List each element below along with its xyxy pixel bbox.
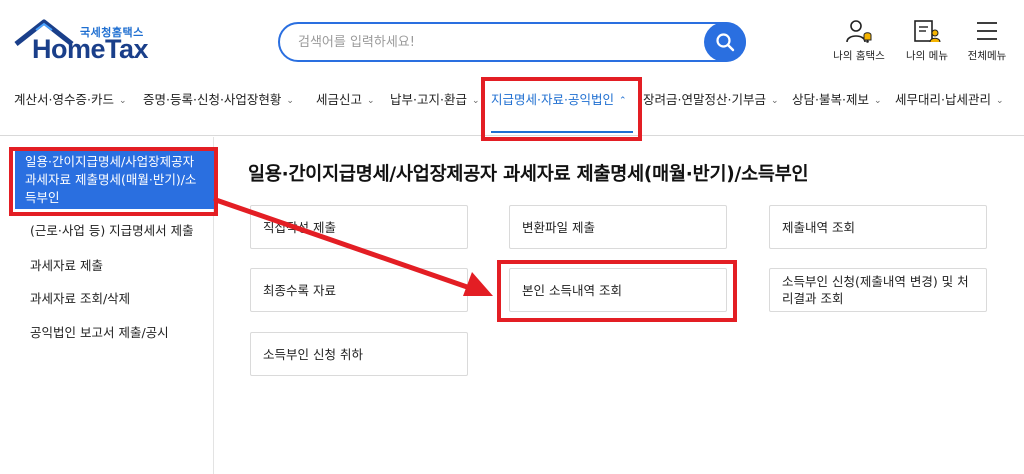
nav-item-label: 납부·고지·환급 [390, 92, 467, 107]
user-bell-icon [846, 20, 872, 43]
search-bar [278, 22, 746, 62]
my-menu-button[interactable]: 나의 메뉴 [894, 18, 960, 68]
highlight-box-card [497, 260, 737, 322]
nav-item-label: 상담·불복·제보 [792, 92, 869, 107]
search-input[interactable] [298, 32, 698, 52]
card-final-record[interactable]: 최종수록 자료 [250, 268, 468, 312]
all-menu-label: 전체메뉴 [967, 50, 1007, 62]
highlight-box-nav [481, 77, 642, 141]
nav-item-label: 세무대리·납세관리 [895, 92, 991, 107]
chevron-down-icon: ⌄ [873, 96, 882, 106]
nav-item-consult[interactable]: 상담·불복·제보 ⌄ [792, 80, 882, 120]
nav-item-invoice[interactable]: 계산서·영수증·카드 ⌄ [14, 80, 127, 120]
card-income-denial-request[interactable]: 소득부인 신청(제출내역 변경) 및 처리결과 조회 [769, 268, 987, 312]
chevron-down-icon: ⌄ [770, 96, 779, 106]
nav-item-tax-filing[interactable]: 세금신고 ⌄ [316, 80, 375, 120]
my-menu-label: 나의 메뉴 [906, 50, 948, 62]
chevron-down-icon: ⌄ [471, 96, 480, 106]
nav-item-certificate[interactable]: 증명·등록·신청·사업장현황 ⌄ [143, 80, 294, 120]
search-button[interactable] [704, 22, 746, 62]
header: 국세청홈택스 HomeTax 나의 홈택스 나의 메뉴 [0, 0, 1024, 80]
nav-item-incentive[interactable]: 장려금·연말정산·기부금 ⌄ [643, 80, 779, 120]
sidebar-item[interactable]: 공익법인 보고서 제출/공시 [30, 322, 169, 341]
highlight-box-sidebar [9, 147, 218, 216]
nav-item-tax-agent[interactable]: 세무대리·납세관리 ⌄ [895, 80, 1004, 120]
search-icon [716, 33, 735, 52]
page-title: 일용·간이지급명세/사업장제공자 과세자료 제출명세(매월·반기)/소득부인 [248, 164, 809, 185]
chevron-down-icon: ⌄ [995, 96, 1004, 106]
chevron-down-icon: ⌄ [286, 96, 294, 106]
nav-item-payment[interactable]: 납부·고지·환급 ⌄ [390, 80, 480, 120]
my-hometax-button[interactable]: 나의 홈택스 [826, 18, 892, 68]
card-direct-submit[interactable]: 직접작성 제출 [250, 205, 468, 249]
all-menu-button[interactable]: 전체메뉴 [954, 18, 1020, 68]
my-menu-icon [914, 20, 941, 43]
chevron-down-icon: ⌄ [118, 96, 127, 106]
nav-item-label: 세금신고 [316, 92, 363, 107]
hamburger-menu-icon [977, 22, 997, 40]
card-file-submit[interactable]: 변환파일 제출 [509, 205, 727, 249]
card-submit-history[interactable]: 제출내역 조회 [769, 205, 987, 249]
nav-item-label: 증명·등록·신청·사업장현황 [143, 92, 282, 107]
card-denial-cancel[interactable]: 소득부인 신청 취하 [250, 332, 468, 376]
my-hometax-label: 나의 홈택스 [833, 50, 885, 62]
hometax-logo[interactable]: 국세청홈택스 HomeTax [14, 18, 149, 64]
sidebar-item[interactable]: 과세자료 제출 [30, 255, 103, 274]
chevron-down-icon: ⌄ [367, 96, 375, 106]
logo-title: HomeTax [32, 34, 149, 64]
sidebar-item[interactable]: (근로·사업 등) 지급명세서 제출 [30, 220, 194, 239]
nav-item-label: 장려금·연말정산·기부금 [643, 92, 766, 107]
nav-item-label: 계산서·영수증·카드 [14, 92, 114, 107]
sidebar-item[interactable]: 과세자료 조회/삭제 [30, 288, 130, 307]
